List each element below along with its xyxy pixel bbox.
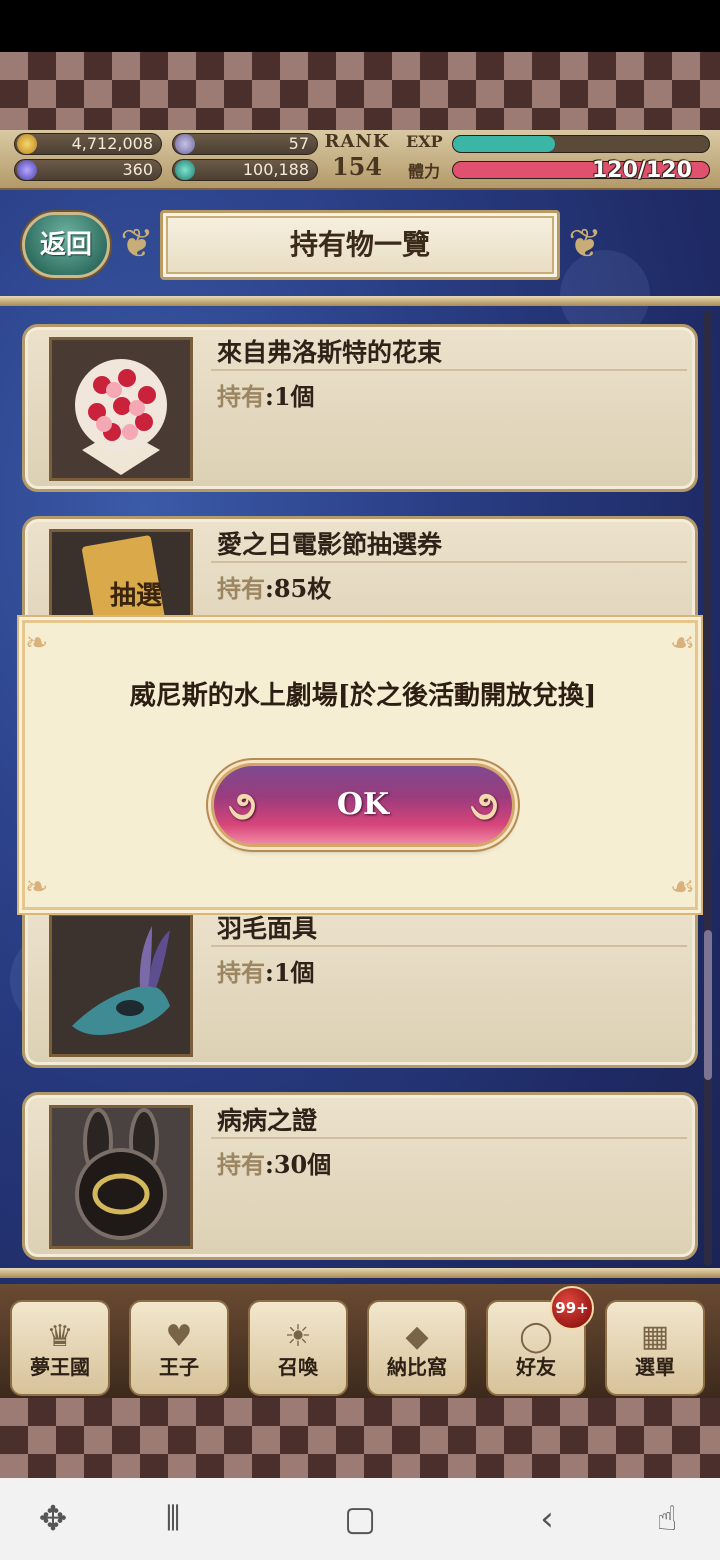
game-launcher-icon[interactable]: ✥ [28,1496,78,1542]
item-divider [211,945,687,947]
list-rail-top [0,296,720,306]
item-quantity-value: :30個 [265,1150,332,1179]
item-divider [211,369,687,371]
nav-summon[interactable]: ☀ 召喚 [248,1300,348,1396]
nav-menu[interactable]: ▦ 選單 [605,1300,705,1396]
heart-icon: ♥ [165,1319,193,1354]
item-quantity-value: :1個 [265,958,315,987]
item-name: 來自弗洛斯特的花束 [217,338,443,367]
screen-touch-icon[interactable]: ☝ [642,1496,692,1542]
home-icon[interactable]: ▢ [335,1496,385,1542]
android-nav-bar: ✥ ⦀ ▢ ‹ ☝ [0,1478,720,1560]
gold-value: 4,712,008 [71,134,153,153]
nav-label: 夢王國 [30,1355,90,1379]
back-button[interactable]: 返回 [22,212,110,278]
ticket-counter: 57 [172,133,318,155]
friend-notification-badge: 99+ [550,1286,594,1330]
gold-coin-icon [17,134,37,154]
exp-bar-fill [453,136,556,152]
ring-icon: ◯ [519,1319,553,1354]
info-dialog: ❧ ☙ ❧ ☙ 威尼斯的水上劇場[於之後活動開放兌換] ૭ OK ૭ [22,620,698,910]
orb-icon [175,160,195,180]
nav-prince[interactable]: ♥ 王子 [129,1300,229,1396]
item-quantity-label: 持有 [217,574,265,603]
ok-button-label: OK [336,787,390,822]
corner-ornament-icon: ☙ [669,870,695,903]
title-flourish-right-icon: ❦ [568,221,602,267]
grid-icon: ▦ [640,1319,670,1354]
nav-label: 王子 [159,1355,199,1379]
feather-mask-icon [49,913,193,1057]
diamond-pattern-bottom [0,1398,720,1478]
recents-icon[interactable]: ⦀ [148,1496,198,1542]
item-quantity-label: 持有 [217,958,265,987]
item-quantity: 持有:85枚 [217,569,331,604]
rank-display: RANK 154 [322,132,392,188]
item-quantity-value: :1個 [265,382,315,411]
nav-nabi-nest[interactable]: ◆ 納比窩 [367,1300,467,1396]
item-quantity-label: 持有 [217,1150,265,1179]
nav-label: 好友 [516,1355,556,1379]
page-title: 持有物一覽 [160,210,560,280]
item-divider [211,561,687,563]
corner-ornament-icon: ☙ [669,626,695,659]
rank-value: 154 [331,152,383,181]
item-name: 病病之證 [217,1106,318,1135]
orb-value: 100,188 [242,160,309,179]
item-divider [211,1137,687,1139]
scrollbar-thumb[interactable] [704,930,712,1080]
list-item[interactable]: 來自弗洛斯特的花束 持有:1個 [22,324,698,492]
back-icon[interactable]: ‹ [522,1496,572,1542]
orb-counter: 100,188 [172,159,318,181]
ticket-icon [175,134,195,154]
crystal-icon: ◆ [405,1319,429,1354]
item-name: 愛之日電影節抽選券 [217,530,443,559]
diamond-pattern-top [0,52,720,130]
item-quantity-label: 持有 [217,382,265,411]
item-quantity: 持有:1個 [217,953,315,988]
corner-ornament-icon: ❧ [25,626,49,659]
nav-label: 召喚 [278,1355,318,1379]
exp-bar [452,135,710,153]
gold-counter: 4,712,008 [14,133,162,155]
list-rail-bottom [0,1268,720,1278]
ok-button[interactable]: ૭ OK ૭ [211,763,515,847]
status-bar [0,0,720,52]
list-item[interactable]: 羽毛面具 持有:1個 [22,900,698,1068]
crown-icon: ♛ [46,1319,74,1354]
ticket-value: 57 [288,134,309,153]
corner-ornament-icon: ❧ [25,870,49,903]
title-flourish-left-icon: ❦ [120,221,154,267]
gem-counter: 360 [14,159,162,181]
item-quantity-value: :85枚 [265,574,332,603]
bouquet-icon [49,337,193,481]
nav-label: 選單 [635,1355,675,1379]
gem-icon [17,160,37,180]
swirl-right-icon: ૭ [470,782,498,829]
exp-label: EXP [406,132,443,151]
item-quantity: 持有:30個 [217,1145,331,1180]
swirl-left-icon: ૭ [228,782,256,829]
scrollbar[interactable] [704,310,712,1266]
list-item[interactable]: 病病之證 持有:30個 [22,1092,698,1260]
gem-value: 360 [122,160,153,179]
bottom-nav: ♛ 夢王國 ♥ 王子 ☀ 召喚 ◆ 納比窩 ◯ 好友 ▦ 選單 [0,1284,720,1398]
item-name: 羽毛面具 [217,914,318,943]
dialog-message: 威尼斯的水上劇場[於之後活動開放兌換] [129,681,597,711]
stamina-label: 體力 [408,162,441,181]
rank-label: RANK [324,131,390,152]
nav-dream-kingdom[interactable]: ♛ 夢王國 [10,1300,110,1396]
nav-label: 納比窩 [387,1355,447,1379]
stamina-value: 120/120 [592,158,692,183]
ticket-thumb-text: 抽選 [110,581,162,611]
item-quantity: 持有:1個 [217,377,315,412]
bunny-emblem-icon [49,1105,193,1249]
sun-icon: ☀ [284,1319,312,1354]
